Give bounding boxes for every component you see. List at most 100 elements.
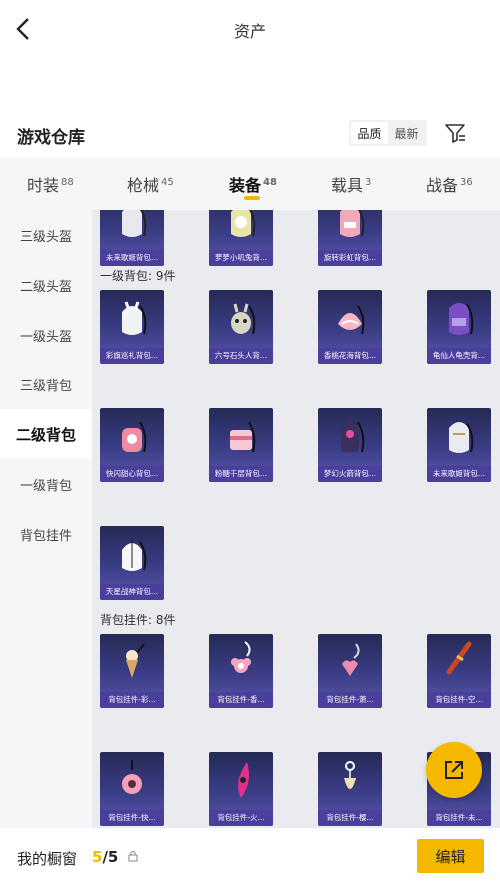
showcase-label: 我的橱窗 [17,850,78,868]
item-card[interactable]: 未来歌姬背包... [100,210,164,266]
item-card[interactable]: 旋转彩虹背包... [318,210,382,266]
tab-label: 装备 [229,176,262,195]
backpack-icon [122,301,147,335]
item-card[interactable]: 背包挂件-萧... [318,634,382,708]
tab-label: 战备 [426,176,459,195]
item-card[interactable]: 天星战神背包... [100,526,164,600]
backpack-icon [122,210,147,237]
tab-equipment[interactable]: 装备 48 [229,172,277,196]
item-name: 背包挂件-火... [209,810,273,826]
item-card[interactable]: 背包挂件-火... [209,752,273,826]
backpack-icon [340,210,365,237]
showcase-bar: 我的橱窗 5/5 编辑 [0,828,500,885]
tab-fashion[interactable]: 时装 88 [27,172,74,196]
item-name: 背包挂件-香... [209,692,273,708]
backpack-icon [338,305,365,335]
app-header: 资产 [0,0,500,58]
item-name: 背包挂件-空... [427,692,491,708]
item-name: 背包挂件-萧... [318,692,382,708]
tab-count: 45 [161,177,174,188]
item-name: 背包挂件-樱... [318,810,382,826]
item-name: 萝萝小叽兔背... [209,250,273,266]
item-name: 香桃花海背包... [318,348,382,364]
item-card[interactable]: 背包挂件-快... [100,752,164,826]
tab-supplies[interactable]: 战备 36 [426,172,473,196]
showcase-total: /5 [102,848,119,866]
warehouse-title: 游戏仓库 [17,128,85,148]
section-header-backpack-lv1: 一级背包: 9件 [100,269,176,283]
item-name: 六号石头人背... [209,348,273,364]
item-card[interactable]: 背包挂件-彩... [100,634,164,708]
sidebar-item-helmet-lv1[interactable]: 一级头盔 [0,310,92,360]
item-name: 背包挂件-未... [427,810,491,826]
sidebar-item-backpack-lv3[interactable]: 三级背包 [0,359,92,409]
pendant-icon [344,761,356,789]
tab-label: 载具 [331,176,364,195]
filter-icon[interactable] [443,121,467,145]
section-header-backpack-pendant: 背包挂件: 8件 [100,613,176,627]
item-name: 梦幻火箭背包... [318,466,382,482]
item-card[interactable]: 背包挂件-空... [427,634,491,708]
item-card[interactable]: 粉糖千层背包... [209,408,273,482]
item-name: 彩旗巡礼背包... [100,348,164,364]
active-tab-indicator [244,196,260,200]
backpack-icon [122,421,147,453]
tab-vehicles[interactable]: 载具 3 [331,172,371,196]
item-card[interactable]: 萝萝小叽兔背... [209,210,273,266]
share-float-button[interactable] [426,742,482,798]
backpack-icon [231,210,256,237]
edit-button[interactable]: 编辑 [417,839,484,873]
backpack-icon [449,303,474,335]
sort-quality-option[interactable]: 品质 [351,122,388,144]
item-card[interactable]: 快闪甜心背包... [100,408,164,482]
lock-icon [128,851,138,862]
page-title: 资产 [233,22,266,41]
item-card[interactable]: 六号石头人背... [209,290,273,364]
backpack-icon [122,540,147,571]
item-name: 未来歌姬背包... [100,250,164,266]
item-grid: 未来歌姬背包... 萝萝小叽兔背... 旋转彩虹背包... 一级背包: 9件 彩… [92,210,500,828]
item-card[interactable]: 梦幻火箭背包... [318,408,382,482]
backpack-icon [449,422,474,453]
sidebar-item-backpack-pendant[interactable]: 背包挂件 [0,509,92,559]
item-name: 粉糖千层背包... [209,466,273,482]
tab-count: 88 [61,177,74,188]
item-name: 未来歌姬背包... [427,466,491,482]
pendant-icon [238,762,249,798]
backpack-icon [341,418,365,453]
item-name: 背包挂件-快... [100,810,164,826]
sort-toggle: 品质 最新 [349,120,427,146]
sort-latest-option[interactable]: 最新 [388,122,425,144]
item-card[interactable]: 香桃花海背包... [318,290,382,364]
tab-firearms[interactable]: 枪械 45 [127,172,174,196]
item-name: 天星战神背包... [100,584,164,600]
tab-count: 36 [460,177,473,188]
share-icon [445,761,463,779]
pendant-icon [342,643,360,676]
item-card[interactable]: 背包挂件-樱... [318,752,382,826]
item-name: 快闪甜心背包... [100,466,164,482]
item-card[interactable]: 背包挂件-香... [209,634,273,708]
showcase-count: 5/5 [92,848,118,866]
tab-count: 3 [365,177,372,188]
item-card[interactable]: 未来歌姬背包... [427,408,491,482]
sidebar-item-helmet-lv2[interactable]: 二级头盔 [0,260,92,310]
item-card[interactable]: 龟仙人龟壳背... [427,290,491,364]
sidebar-item-backpack-lv1[interactable]: 一级背包 [0,459,92,509]
pendant-icon [122,760,142,794]
pendant-icon [231,641,251,673]
sidebar-item-helmet-lv3[interactable]: 三级头盔 [0,210,92,260]
showcase-current: 5 [92,848,103,866]
subcategory-sidebar: 三级头盔 二级头盔 一级头盔 三级背包 二级背包 一级背包 背包挂件 [0,210,92,828]
sidebar-item-backpack-lv2[interactable]: 二级背包 [0,409,92,459]
backpack-icon [230,421,256,453]
item-name: 龟仙人龟壳背... [427,348,491,364]
backpack-icon [231,303,256,335]
pendant-icon [446,641,472,675]
item-name: 背包挂件-彩... [100,692,164,708]
tab-count: 48 [263,177,277,188]
tab-label: 时装 [27,176,60,195]
item-name: 旋转彩虹背包... [318,250,382,266]
item-card[interactable]: 彩旗巡礼背包... [100,290,164,364]
pendant-icon [126,643,145,678]
